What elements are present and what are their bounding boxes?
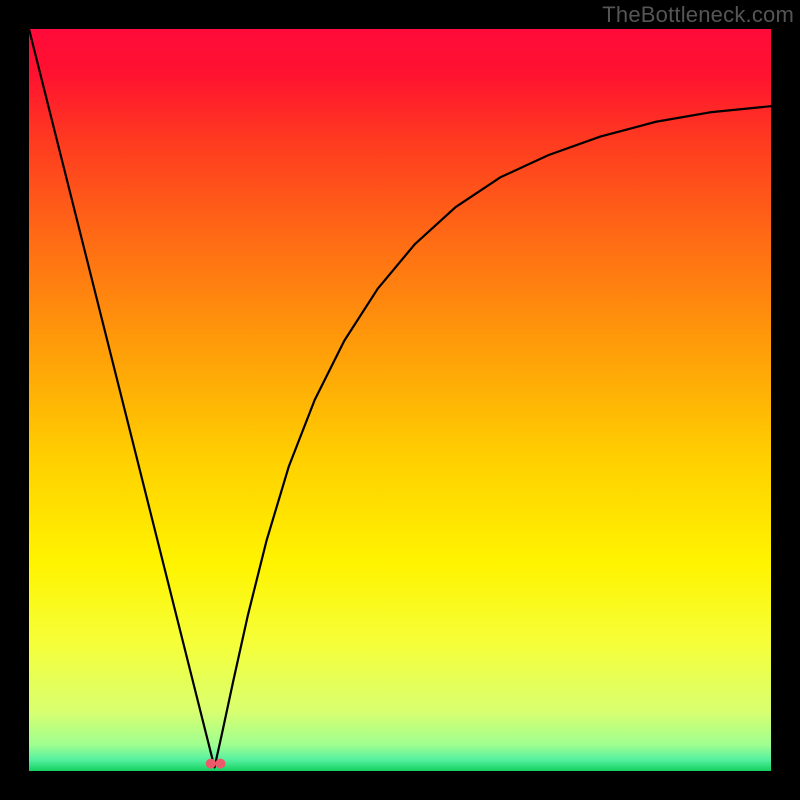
chart-svg bbox=[29, 29, 771, 771]
vertex-dot-2 bbox=[215, 759, 225, 769]
vertex-dot-1 bbox=[206, 759, 216, 769]
gradient-background bbox=[29, 29, 771, 771]
watermark-text: TheBottleneck.com bbox=[602, 2, 794, 28]
chart-frame bbox=[29, 29, 771, 771]
